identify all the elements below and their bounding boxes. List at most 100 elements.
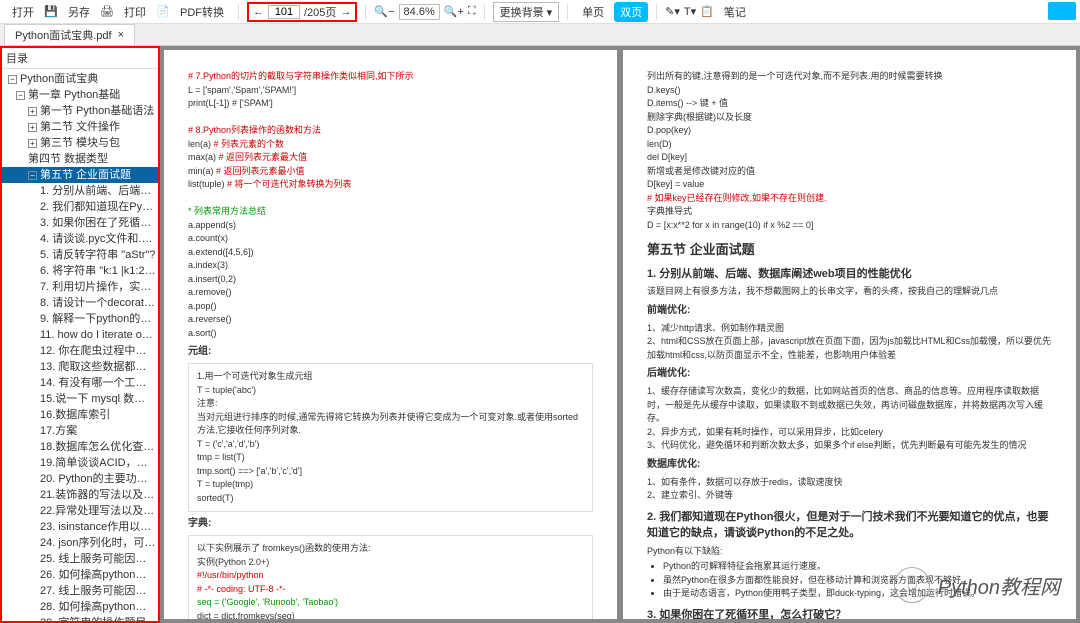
tab-label: Python面试宝典.pdf xyxy=(15,27,112,43)
tree-item[interactable]: 14. 有没有哪一个工具可以帮助 xyxy=(2,375,158,391)
highlight-icon[interactable]: ✎▾ xyxy=(665,5,680,18)
tree-item[interactable]: 11. how do I iterate over a s xyxy=(2,327,158,343)
text-icon[interactable]: T▾ xyxy=(684,5,696,18)
tree-item[interactable]: 25. 线上服务可能因为种种原因 xyxy=(2,551,158,567)
tree-item[interactable]: 18.数据库怎么优化查询效率？ xyxy=(2,439,158,455)
tree-section[interactable]: +第三节 模块与包 xyxy=(2,135,158,151)
collapse-icon[interactable]: − xyxy=(8,75,17,84)
pdf-page-left: # 7.Python的切片的截取与字符串操作类似相同,如下所示 L = ['sp… xyxy=(164,50,617,619)
note-icon[interactable]: 📋 xyxy=(700,5,714,18)
print-icon[interactable]: 🖨 xyxy=(100,5,114,19)
code-line: a.remove() xyxy=(188,286,593,300)
code-box: 1.用一个可迭代对象生成元组T = tuple('abc')注意:当对元组进行排… xyxy=(188,363,593,512)
tree-item[interactable]: 2. 我们都知道现在Python很火 xyxy=(2,199,158,215)
page-viewer: # 7.Python的切片的截取与字符串操作类似相同,如下所示 L = ['sp… xyxy=(160,46,1080,623)
pdf2word-button[interactable]: PDF转换 xyxy=(174,2,230,22)
zoom-value[interactable]: 84.6% xyxy=(399,4,440,20)
tree-item[interactable]: 9. 解释一下python的and-or xyxy=(2,311,158,327)
zoom-out-icon[interactable]: 🔍− xyxy=(374,5,394,18)
question-heading: 2. 我们都知道现在Python很火，但是对于一门技术我们不光要知道它的优点，也… xyxy=(647,509,1052,542)
tree-item[interactable]: 1. 分别从前端、后端、数据库 xyxy=(2,183,158,199)
page-total: /205页 xyxy=(304,4,336,20)
tree-item[interactable]: 16.数据库索引 xyxy=(2,407,158,423)
tree-section[interactable]: 第四节 数据类型 xyxy=(2,151,158,167)
tree-item[interactable]: 3. 如果你困在了死循环里，怎 xyxy=(2,215,158,231)
code-line: L = ['spam','Spam','SPAM!'] xyxy=(188,84,593,98)
tree-item[interactable]: 21.装饰器的写法以及应用场景 xyxy=(2,487,158,503)
zoom-in-icon[interactable]: 🔍+ xyxy=(444,5,464,18)
expand-icon[interactable]: + xyxy=(28,107,37,116)
sub-heading: 后端优化: xyxy=(647,366,1052,381)
code-line: len(a) # 列表元素的个数 xyxy=(188,138,593,152)
fit-icon[interactable]: ⛶ xyxy=(468,5,476,18)
tab-bar: Python面试宝典.pdf × xyxy=(0,24,1080,46)
section-heading: 元组: xyxy=(188,344,593,359)
tab-document[interactable]: Python面试宝典.pdf × xyxy=(4,24,135,45)
tree-item[interactable]: 6. 将字符串 "k:1 |k1:2|k2:3|k3 xyxy=(2,263,158,279)
separator xyxy=(656,4,657,20)
tree-item[interactable]: 22.异常处理写法以及如何主动 xyxy=(2,503,158,519)
code-line: a.insert(0,2) xyxy=(188,273,593,287)
save-icon[interactable]: 💾 xyxy=(44,5,58,19)
tree-item[interactable]: 27. 线上服务可能因为种种原因 xyxy=(2,583,158,599)
code-line: min(a) # 返回列表元素最小值 xyxy=(188,165,593,179)
tree-item[interactable]: 8. 请设计一个decorator，它可 xyxy=(2,295,158,311)
code-line: a.sort() xyxy=(188,327,593,341)
tree-chapter[interactable]: −第一章 Python基础 xyxy=(2,87,158,103)
tree-item[interactable]: 5. 请反转字符串 "aStr"? xyxy=(2,247,158,263)
tree-item[interactable]: 7. 利用切片操作，实现一个trim xyxy=(2,279,158,295)
tree-section[interactable]: +第一节 Python基础语法 xyxy=(2,103,158,119)
tree-item[interactable]: 26. 如何操高python的运行效率 xyxy=(2,567,158,583)
pdf-page-right: 列出所有的键,注意得到的是一个可迭代对象,而不是列表.用的时候需要转换D.key… xyxy=(623,50,1076,619)
code-line: a.count(x) xyxy=(188,232,593,246)
sub-heading: 前端优化: xyxy=(647,303,1052,318)
chapter-heading: 第五节 企业面试题 xyxy=(647,240,1052,260)
code-line: a.reverse() xyxy=(188,313,593,327)
open-button[interactable]: 打开 xyxy=(6,2,40,22)
tree-item[interactable]: 17.方案 xyxy=(2,423,158,439)
code-box: 以下实例展示了 fromkeys()函数的使用方法: 实例(Python 2.0… xyxy=(188,535,593,619)
collapse-icon[interactable]: − xyxy=(16,91,25,100)
tree-item[interactable]: 23. isinstance作用以及应用场 xyxy=(2,519,158,535)
tree-item[interactable]: 20. Python的主要功能是什么？ xyxy=(2,471,158,487)
pdf-icon[interactable]: 📄 xyxy=(156,5,170,19)
saveas-button[interactable]: 另存 xyxy=(62,2,96,22)
note-button[interactable]: 笔记 xyxy=(718,2,752,22)
double-page-button[interactable]: 双页 xyxy=(614,2,648,22)
tree-item[interactable]: 24. json序列化时，可以处理的 xyxy=(2,535,158,551)
code-line: max(a) # 返回列表元素最大值 xyxy=(188,151,593,165)
code-line: list(tuple) # 将一个可迭代对象转换为列表 xyxy=(188,178,593,192)
list-item: 2、html和CSS放在页面上部，javascript放在页面下面，因为js加载… xyxy=(647,335,1052,362)
wechat-icon: ◯ xyxy=(894,567,930,603)
tree-section[interactable]: +第二节 文件操作 xyxy=(2,119,158,135)
tree-item[interactable]: 13. 爬取这些数据都能用做什么 xyxy=(2,359,158,375)
tree-item[interactable]: 12. 你在爬虫过程中，都是怎么 xyxy=(2,343,158,359)
separator xyxy=(484,4,485,20)
separator xyxy=(567,4,568,20)
expand-icon[interactable]: + xyxy=(28,139,37,148)
toc-tree: −Python面试宝典 −第一章 Python基础 +第一节 Python基础语… xyxy=(2,69,158,623)
print-button[interactable]: 打印 xyxy=(118,2,152,22)
single-page-button[interactable]: 单页 xyxy=(576,2,610,22)
paragraph: Python有以下缺陷: xyxy=(647,545,1052,559)
tree-item[interactable]: 28. 如何操高python的运行效率 xyxy=(2,599,158,615)
page-nav-box: ← /205页 → xyxy=(247,2,357,22)
collapse-icon[interactable]: − xyxy=(28,171,37,180)
list-item: 2、异步方式，如果有耗时操作，可以采用异步，比如celery xyxy=(647,426,1052,440)
tree-root[interactable]: −Python面试宝典 xyxy=(2,71,158,87)
next-page-icon[interactable]: → xyxy=(340,6,351,18)
tree-item[interactable]: 15.说一下 mysql 数据库存储的 xyxy=(2,391,158,407)
tree-item[interactable]: 19.简单谈谈ACID，并解释每一 xyxy=(2,455,158,471)
tree-section-selected[interactable]: −第五节 企业面试题 xyxy=(2,167,158,183)
app-logo xyxy=(1048,2,1076,20)
prev-page-icon[interactable]: ← xyxy=(253,6,264,18)
page-input[interactable] xyxy=(268,5,300,19)
bg-dropdown[interactable]: 更换背景 ▾ xyxy=(493,2,560,22)
separator xyxy=(365,4,366,20)
tree-item[interactable]: 4. 请谈谈.pyc文件和.py文件的 xyxy=(2,231,158,247)
code-line: a.pop() xyxy=(188,300,593,314)
expand-icon[interactable]: + xyxy=(28,123,37,132)
close-icon[interactable]: × xyxy=(118,29,124,41)
tree-item[interactable]: 29. 字符串的操作题目 xyxy=(2,615,158,623)
sidebar-title: 目录 xyxy=(2,48,158,69)
